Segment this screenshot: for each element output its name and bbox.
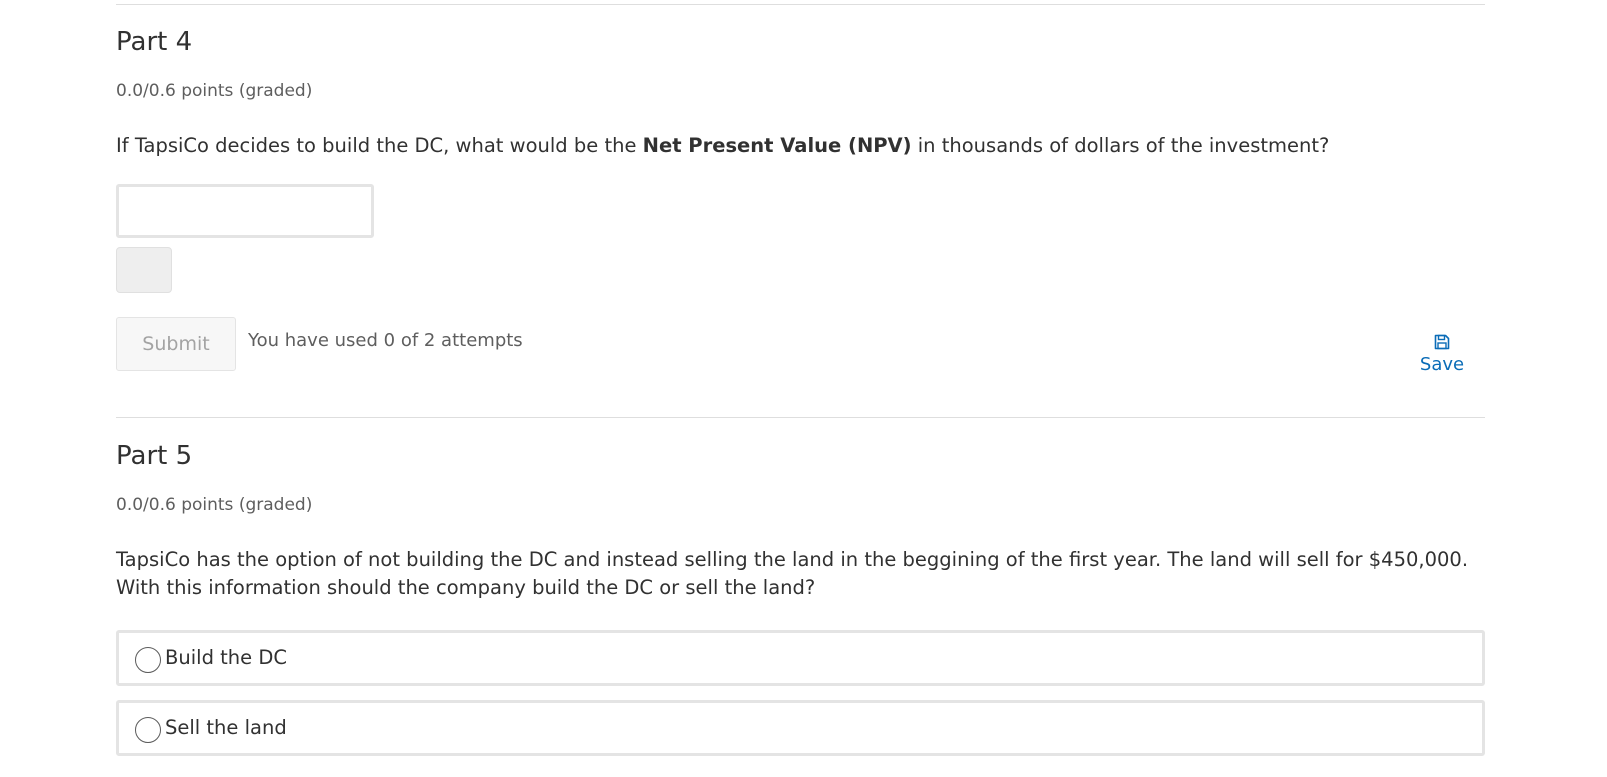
part-5-question: TapsiCo has the option of not building t… bbox=[116, 548, 1469, 599]
part-5-points: 0.0/0.6 points (graded) bbox=[116, 495, 313, 515]
radio-button[interactable] bbox=[135, 717, 161, 743]
part-4-question: If TapsiCo decides to build the DC, what… bbox=[116, 132, 1485, 160]
save-label: Save bbox=[1419, 354, 1465, 375]
part-4-question-bold: Net Present Value (NPV) bbox=[642, 134, 912, 157]
part-4-question-text: If TapsiCo decides to build the DC, what… bbox=[116, 134, 643, 157]
npv-answer-input[interactable] bbox=[116, 184, 374, 238]
section-divider bbox=[116, 417, 1485, 418]
attempts-status: You have used 0 of 2 attempts bbox=[248, 330, 523, 351]
part-5-section: Part 5 0.0/0.6 points (graded) TapsiCo h… bbox=[116, 436, 1485, 770]
choice-build-dc[interactable]: Build the DC bbox=[116, 630, 1485, 686]
section-divider bbox=[116, 4, 1485, 5]
problem-page: Part 4 0.0/0.6 points (graded) If TapsiC… bbox=[0, 0, 1607, 777]
part-4-points: 0.0/0.6 points (graded) bbox=[116, 81, 313, 101]
part-4-section: Part 4 0.0/0.6 points (graded) If TapsiC… bbox=[116, 22, 1485, 375]
submit-button[interactable]: Submit bbox=[116, 317, 236, 371]
choice-group: Build the DC Sell the land bbox=[116, 630, 1485, 756]
part-5-title: Part 5 bbox=[116, 441, 193, 471]
answer-format-button[interactable] bbox=[116, 247, 172, 293]
part-4-question-text-end: in thousands of dollars of the investmen… bbox=[911, 134, 1330, 157]
radio-button[interactable] bbox=[135, 647, 161, 673]
choice-sell-land[interactable]: Sell the land bbox=[116, 700, 1485, 756]
part-4-title: Part 4 bbox=[116, 27, 193, 57]
floppy-disk-icon bbox=[1434, 334, 1450, 350]
choice-label: Sell the land bbox=[165, 716, 287, 739]
choice-label: Build the DC bbox=[165, 646, 287, 669]
save-button[interactable]: Save bbox=[1417, 334, 1467, 376]
